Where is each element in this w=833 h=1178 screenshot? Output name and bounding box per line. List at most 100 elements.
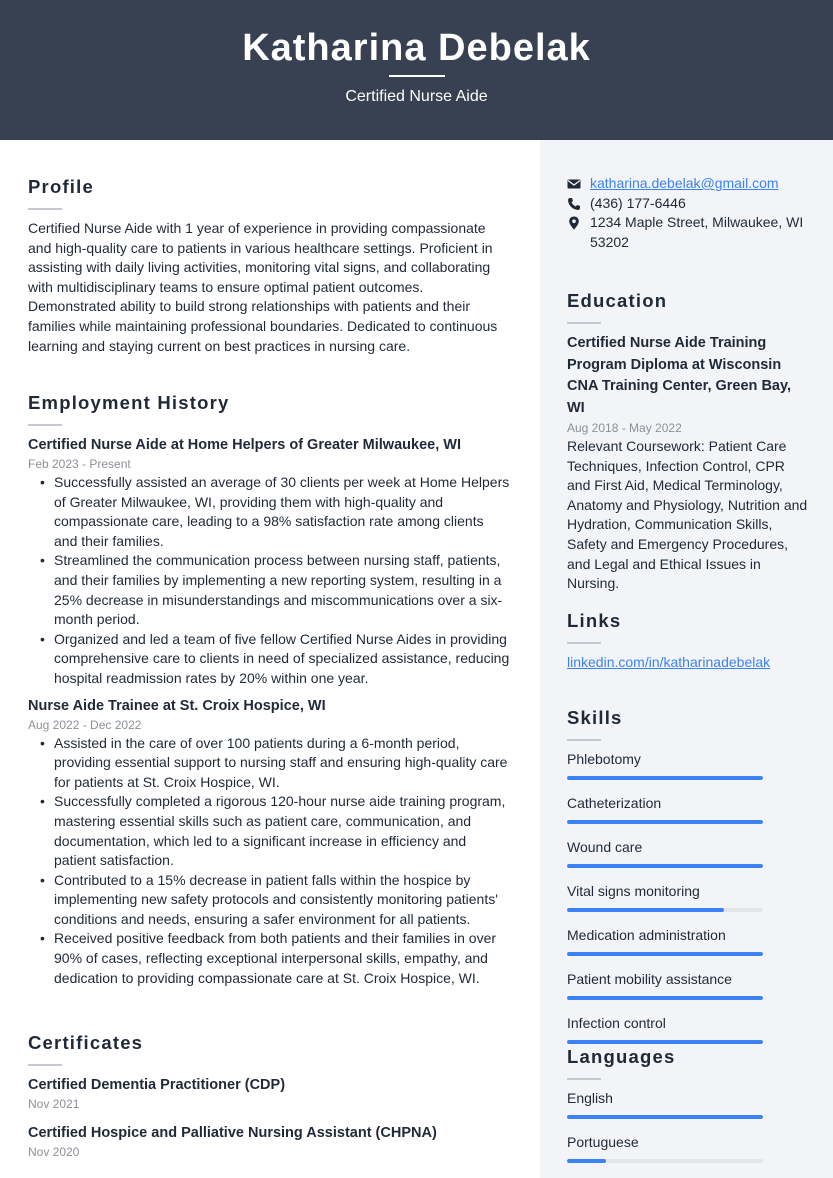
languages-heading: Languages bbox=[567, 1046, 676, 1067]
skills-heading: Skills bbox=[567, 707, 623, 728]
address-text: 1234 Maple Street, Milwaukee, WI 53202 bbox=[590, 214, 804, 250]
section-divider bbox=[28, 424, 62, 426]
education-degree: Certified Nurse Aide Training Program Di… bbox=[567, 335, 791, 416]
certificates-section: Certificates Certified Dementia Practiti… bbox=[28, 1031, 510, 1161]
skill-item-level-fill bbox=[567, 952, 763, 956]
language-item-label: English bbox=[567, 1090, 613, 1106]
languages-list: English Portuguese bbox=[567, 1089, 807, 1163]
section-divider bbox=[567, 322, 601, 324]
job-dates: Feb 2023 - Present bbox=[28, 457, 131, 471]
skill-item-label: Infection control bbox=[567, 1015, 666, 1031]
skill-item-label: Medication administration bbox=[567, 927, 726, 943]
contact-email: katharina.debelak@gmail.com bbox=[567, 174, 807, 194]
candidate-name: Katharina Debelak bbox=[242, 27, 591, 69]
job-dates: Aug 2022 - Dec 2022 bbox=[28, 717, 142, 732]
linkedin-link[interactable]: linkedin.com/in/katharinadebelak bbox=[567, 653, 807, 673]
skill-item-level-fill bbox=[567, 908, 724, 912]
section-divider bbox=[28, 208, 62, 210]
email-link[interactable]: katharina.debelak@gmail.com bbox=[590, 174, 779, 194]
skill-item: Patient mobility assistance bbox=[567, 970, 807, 1000]
job-bullet: Successfully assisted an average of 30 c… bbox=[40, 473, 510, 551]
skill-item-level-bar bbox=[567, 820, 763, 824]
skill-item-level-bar bbox=[567, 996, 763, 1000]
employment-section: Employment History Certified Nurse Aide … bbox=[28, 391, 510, 988]
skill-item-level-fill bbox=[567, 996, 763, 1000]
skill-item-level-fill bbox=[567, 776, 763, 780]
job-bullet: Successfully completed a rigorous 120-ho… bbox=[40, 792, 510, 870]
language-item: English bbox=[567, 1089, 807, 1119]
envelope-icon bbox=[567, 177, 581, 191]
certificate-name: Certified Dementia Practitioner (CDP) bbox=[28, 1077, 286, 1093]
skill-item: Phlebotomy bbox=[567, 750, 807, 780]
skill-item-label: Phlebotomy bbox=[567, 751, 641, 767]
skill-item-level-bar bbox=[567, 908, 763, 912]
skill-item: Vital signs monitoring bbox=[567, 882, 807, 912]
job-bullet: Assisted in the care of over 100 patient… bbox=[40, 734, 510, 793]
job-bullet: Received positive feedback from both pat… bbox=[40, 929, 510, 988]
certificate-date: Nov 2020 bbox=[28, 1145, 80, 1159]
certificate-date: Nov 2021 bbox=[28, 1097, 80, 1111]
education-description: Relevant Coursework: Patient Care Techni… bbox=[567, 438, 808, 592]
job-bullets: Assisted in the care of over 100 patient… bbox=[40, 734, 510, 989]
skill-item-label: Vital signs monitoring bbox=[567, 883, 700, 899]
profile-section: Profile Certified Nurse Aide with 1 year… bbox=[28, 175, 510, 356]
job-bullets: Successfully assisted an average of 30 c… bbox=[40, 473, 510, 689]
certificate-item: Certified Hospice and Palliative Nursing… bbox=[28, 1123, 510, 1161]
education-heading: Education bbox=[567, 290, 668, 311]
language-item: Portuguese bbox=[567, 1133, 807, 1163]
contact-address: 1234 Maple Street, Milwaukee, WI 53202 bbox=[567, 213, 807, 252]
section-divider bbox=[567, 1078, 601, 1080]
job-title: Nurse Aide Trainee at St. Croix Hospice,… bbox=[28, 697, 326, 714]
section-divider bbox=[28, 1064, 62, 1066]
employment-heading: Employment History bbox=[28, 392, 230, 413]
skill-item-level-bar bbox=[567, 1040, 763, 1044]
job-title: Certified Nurse Aide at Home Helpers of … bbox=[28, 437, 461, 453]
skill-item-label: Catheterization bbox=[567, 795, 662, 811]
language-item-label: Portuguese bbox=[567, 1134, 639, 1150]
skill-item-level-fill bbox=[567, 864, 763, 868]
skill-item: Wound care bbox=[567, 838, 807, 868]
skills-section: Skills Phlebotomy Catheterization Wound ca… bbox=[567, 706, 807, 1058]
candidate-title: Certified Nurse Aide bbox=[345, 88, 488, 105]
map-pin-icon bbox=[567, 216, 581, 230]
skill-item: Medication administration bbox=[567, 926, 807, 956]
skill-item-level-bar bbox=[567, 952, 763, 956]
skill-item-level-fill bbox=[567, 820, 763, 824]
links-section: Links linkedin.com/in/katharinadebelak bbox=[567, 609, 807, 673]
profile-summary: Certified Nurse Aide with 1 year of expe… bbox=[28, 220, 498, 354]
phone-icon bbox=[567, 197, 581, 211]
education-dates: Aug 2018 - May 2022 bbox=[567, 421, 682, 435]
skills-list: Phlebotomy Catheterization Wound care Vital… bbox=[567, 750, 807, 1044]
skill-item-label: Wound care bbox=[567, 839, 643, 855]
certificates-heading: Certificates bbox=[28, 1032, 144, 1053]
certificate-name: Certified Hospice and Palliative Nursing… bbox=[28, 1125, 437, 1141]
links-heading: Links bbox=[567, 610, 622, 631]
certificate-item: Certified Dementia Practitioner (CDP) No… bbox=[28, 1075, 510, 1113]
language-item-level-fill bbox=[567, 1159, 607, 1163]
resume-header: Katharina Debelak Certified Nurse Aide bbox=[0, 0, 833, 140]
job-bullet: Organized and led a team of five fellow … bbox=[40, 630, 510, 689]
skill-item: Infection control bbox=[567, 1014, 807, 1044]
job-entry: Certified Nurse Aide at Home Helpers of … bbox=[28, 435, 510, 689]
skill-item-level-fill bbox=[567, 1040, 763, 1044]
profile-heading: Profile bbox=[28, 176, 94, 197]
language-item-level-fill bbox=[567, 1115, 763, 1119]
skill-item: Catheterization bbox=[567, 794, 807, 824]
education-section: Education Certified Nurse Aide Training … bbox=[567, 289, 807, 594]
job-entry: Nurse Aide Trainee at St. Croix Hospice,… bbox=[28, 696, 510, 989]
skill-item-level-bar bbox=[567, 776, 763, 780]
languages-section: Languages English Portuguese bbox=[567, 1045, 807, 1177]
skill-item-level-bar bbox=[567, 864, 763, 868]
header-divider bbox=[389, 75, 445, 77]
sidebar: katharina.debelak@gmail.com (436) 177-64… bbox=[540, 140, 833, 1178]
job-bullet: Contributed to a 15% decrease in patient… bbox=[40, 871, 510, 930]
phone-number: (436) 177-6446 bbox=[590, 194, 686, 211]
contact-phone: (436) 177-6446 bbox=[567, 194, 807, 214]
language-item-level-bar bbox=[567, 1115, 763, 1119]
language-item-level-bar bbox=[567, 1159, 763, 1163]
section-divider bbox=[567, 642, 601, 644]
skill-item-label: Patient mobility assistance bbox=[567, 971, 732, 987]
job-bullet: Streamlined the communication process be… bbox=[40, 551, 510, 629]
section-divider bbox=[567, 739, 601, 741]
contact-section: katharina.debelak@gmail.com (436) 177-64… bbox=[567, 174, 807, 252]
